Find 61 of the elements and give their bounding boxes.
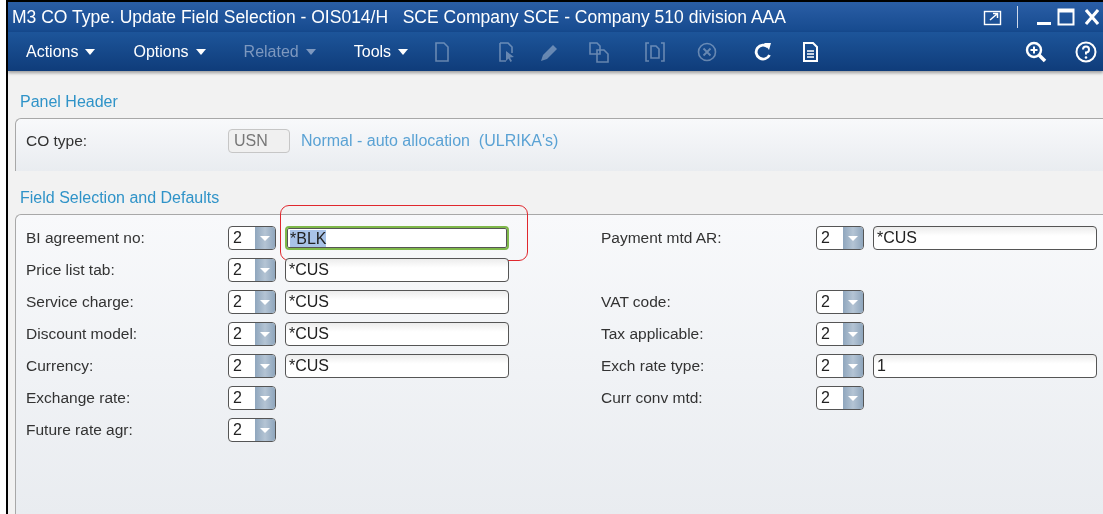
text-field[interactable]: *CUS [285, 354, 509, 378]
field-label: CO type: [26, 131, 89, 151]
field-label: Exch rate type: [601, 357, 706, 375]
option-dropdown[interactable]: 2 [816, 290, 864, 314]
menu-button[interactable]: Actions [18, 38, 104, 65]
option-dropdown[interactable]: 2 [228, 322, 276, 346]
maximize-icon[interactable] [1057, 8, 1075, 27]
option-dropdown[interactable]: 2 [816, 226, 864, 250]
option-dropdown[interactable]: 2 [228, 386, 276, 410]
caret-icon [260, 427, 270, 433]
text-field[interactable]: *CUS [873, 226, 1097, 250]
caret-icon [260, 235, 270, 241]
field-label: Tax applicable: [601, 325, 705, 343]
field-label: Curr conv mtd: [601, 389, 704, 407]
caret-icon[interactable] [398, 48, 409, 55]
refresh-icon[interactable] [752, 40, 774, 63]
option-dropdown[interactable]: 2 [816, 354, 864, 378]
caret-icon [848, 395, 858, 401]
zoom-in-icon[interactable] [1025, 40, 1047, 63]
caret-icon [260, 267, 270, 273]
text-field[interactable]: 1 [873, 354, 1097, 378]
option-dropdown[interactable]: 2 [816, 386, 864, 410]
field-label: Discount model: [26, 325, 139, 343]
readonly-field: USN [228, 129, 290, 153]
caret-icon[interactable] [195, 48, 206, 55]
option-dropdown[interactable]: 2 [228, 226, 276, 250]
text-field[interactable]: *CUS [285, 322, 509, 346]
option-dropdown[interactable]: 2 [228, 418, 276, 442]
field-label: Payment mtd AR: [601, 229, 723, 247]
menu-button[interactable]: Options [125, 38, 214, 65]
text-field[interactable]: *BLK [285, 226, 509, 250]
field-label: Price list tab: [26, 261, 116, 279]
field-label: Future rate agr: [26, 421, 134, 439]
field-label: Exchange rate: [26, 389, 132, 407]
option-dropdown[interactable]: 2 [228, 258, 276, 282]
section-heading: Field Selection and Defaults [20, 189, 221, 207]
help-icon[interactable] [1075, 40, 1097, 63]
type-description: Normal - auto allocation (ULRIKA's) [301, 131, 559, 151]
field-label: VAT code: [601, 293, 672, 311]
caret-icon [260, 363, 270, 369]
text-field[interactable]: *CUS [285, 258, 509, 282]
section-heading: Panel Header [20, 93, 119, 111]
option-dropdown[interactable]: 2 [816, 322, 864, 346]
option-dropdown[interactable]: 2 [228, 354, 276, 378]
caret-icon[interactable] [85, 48, 96, 55]
popout-icon[interactable] [983, 8, 1003, 27]
window-title: M3 CO Type. Update Field Selection - OIS014/H SCE Company SCE - Company 510 division AAA [12, 6, 787, 28]
option-dropdown[interactable]: 2 [228, 290, 276, 314]
caret-icon [260, 395, 270, 401]
text-field[interactable]: *CUS [285, 290, 509, 314]
field-label: Currency: [26, 357, 95, 375]
caret-icon [848, 331, 858, 337]
field-label: Service charge: [26, 293, 135, 311]
caret-icon [260, 331, 270, 337]
caret-icon [260, 299, 270, 305]
close-icon[interactable] [1085, 8, 1099, 27]
menu-button[interactable]: Tools [345, 38, 417, 65]
field-label: BI agreement no: [26, 229, 146, 247]
caret-icon [848, 299, 858, 305]
caret-icon [848, 363, 858, 369]
caret-icon [848, 235, 858, 241]
